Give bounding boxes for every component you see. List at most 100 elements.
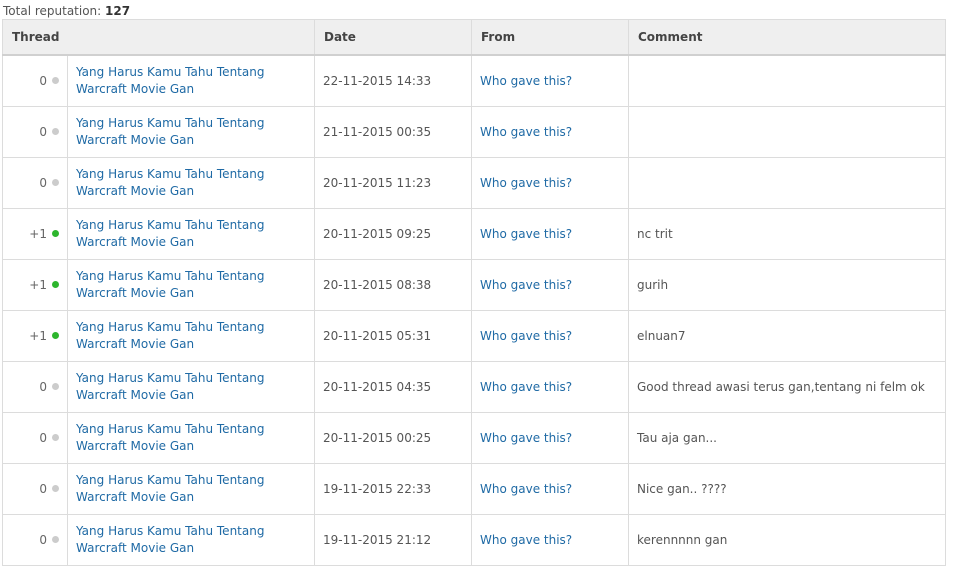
- thread-link[interactable]: Yang Harus Kamu Tahu Tentang Warcraft Mo…: [76, 116, 264, 147]
- table-row: 0 Yang Harus Kamu Tahu Tentang Warcraft M…: [2, 412, 946, 464]
- points-cell: 0: [2, 106, 68, 158]
- date-cell: 20-11-2015 04:35: [314, 361, 472, 413]
- who-gave-this-link[interactable]: Who gave this?: [480, 176, 572, 190]
- thread-cell: Yang Harus Kamu Tahu Tentang Warcraft Mo…: [67, 310, 315, 362]
- from-cell: Who gave this?: [471, 157, 629, 209]
- table-row: 0 Yang Harus Kamu Tahu Tentang Warcraft M…: [2, 106, 946, 158]
- who-gave-this-link[interactable]: Who gave this?: [480, 227, 572, 241]
- column-header-comment: Comment: [628, 19, 946, 56]
- column-header-date: Date: [314, 19, 472, 56]
- thread-link[interactable]: Yang Harus Kamu Tahu Tentang Warcraft Mo…: [76, 218, 264, 249]
- reputation-table: Thread Date From Comment 0 Yang Harus Kam…: [2, 19, 946, 566]
- thread-cell: Yang Harus Kamu Tahu Tentang Warcraft Mo…: [67, 208, 315, 260]
- status-dot-icon: [52, 77, 59, 84]
- comment-cell: kerennnnn gan: [628, 514, 946, 566]
- table-row: 0 Yang Harus Kamu Tahu Tentang Warcraft M…: [2, 463, 946, 515]
- table-row: +1 Yang Harus Kamu Tahu Tentang Warcraft …: [2, 310, 946, 362]
- thread-link[interactable]: Yang Harus Kamu Tahu Tentang Warcraft Mo…: [76, 167, 264, 198]
- date-cell: 19-11-2015 22:33: [314, 463, 472, 515]
- comment-cell: [628, 106, 946, 158]
- who-gave-this-link[interactable]: Who gave this?: [480, 482, 572, 496]
- from-cell: Who gave this?: [471, 361, 629, 413]
- comment-cell: Tau aja gan...: [628, 412, 946, 464]
- comment-cell: [628, 54, 946, 107]
- points-cell: 0: [2, 514, 68, 566]
- table-row: 0 Yang Harus Kamu Tahu Tentang Warcraft M…: [2, 54, 946, 107]
- thread-link[interactable]: Yang Harus Kamu Tahu Tentang Warcraft Mo…: [76, 422, 264, 453]
- who-gave-this-link[interactable]: Who gave this?: [480, 125, 572, 139]
- thread-cell: Yang Harus Kamu Tahu Tentang Warcraft Mo…: [67, 514, 315, 566]
- points-cell: +1: [2, 310, 68, 362]
- from-cell: Who gave this?: [471, 310, 629, 362]
- table-row: 0 Yang Harus Kamu Tahu Tentang Warcraft M…: [2, 361, 946, 413]
- date-cell: 20-11-2015 05:31: [314, 310, 472, 362]
- thread-cell: Yang Harus Kamu Tahu Tentang Warcraft Mo…: [67, 412, 315, 464]
- thread-cell: Yang Harus Kamu Tahu Tentang Warcraft Mo…: [67, 106, 315, 158]
- table-row: +1 Yang Harus Kamu Tahu Tentang Warcraft …: [2, 259, 946, 311]
- comment-cell: elnuan7: [628, 310, 946, 362]
- column-header-thread: Thread: [2, 19, 315, 56]
- thread-cell: Yang Harus Kamu Tahu Tentang Warcraft Mo…: [67, 361, 315, 413]
- from-cell: Who gave this?: [471, 106, 629, 158]
- thread-cell: Yang Harus Kamu Tahu Tentang Warcraft Mo…: [67, 463, 315, 515]
- thread-link[interactable]: Yang Harus Kamu Tahu Tentang Warcraft Mo…: [76, 473, 264, 504]
- date-cell: 20-11-2015 08:38: [314, 259, 472, 311]
- thread-cell: Yang Harus Kamu Tahu Tentang Warcraft Mo…: [67, 157, 315, 209]
- thread-cell: Yang Harus Kamu Tahu Tentang Warcraft Mo…: [67, 54, 315, 107]
- points-cell: +1: [2, 208, 68, 260]
- status-dot-icon: [52, 383, 59, 390]
- who-gave-this-link[interactable]: Who gave this?: [480, 74, 572, 88]
- thread-link[interactable]: Yang Harus Kamu Tahu Tentang Warcraft Mo…: [76, 371, 264, 402]
- points-value: 0: [39, 380, 47, 394]
- points-cell: +1: [2, 259, 68, 311]
- date-cell: 20-11-2015 00:25: [314, 412, 472, 464]
- status-dot-icon: [52, 128, 59, 135]
- who-gave-this-link[interactable]: Who gave this?: [480, 431, 572, 445]
- status-dot-icon: [52, 434, 59, 441]
- from-cell: Who gave this?: [471, 259, 629, 311]
- from-cell: Who gave this?: [471, 463, 629, 515]
- points-value: 0: [39, 482, 47, 496]
- table-row: 0 Yang Harus Kamu Tahu Tentang Warcraft M…: [2, 157, 946, 209]
- who-gave-this-link[interactable]: Who gave this?: [480, 329, 572, 343]
- who-gave-this-link[interactable]: Who gave this?: [480, 533, 572, 547]
- status-dot-icon: [52, 230, 59, 237]
- table-row: +1 Yang Harus Kamu Tahu Tentang Warcraft …: [2, 208, 946, 260]
- points-value: +1: [29, 278, 47, 292]
- status-dot-icon: [52, 332, 59, 339]
- date-cell: 20-11-2015 11:23: [314, 157, 472, 209]
- status-dot-icon: [52, 485, 59, 492]
- reputation-rows: 0 Yang Harus Kamu Tahu Tentang Warcraft M…: [2, 54, 946, 566]
- points-value: +1: [29, 227, 47, 241]
- points-cell: 0: [2, 361, 68, 413]
- total-reputation: Total reputation: 127: [3, 4, 130, 18]
- total-reputation-value: 127: [105, 4, 131, 18]
- table-row: 0 Yang Harus Kamu Tahu Tentang Warcraft M…: [2, 514, 946, 566]
- thread-link[interactable]: Yang Harus Kamu Tahu Tentang Warcraft Mo…: [76, 524, 264, 555]
- comment-cell: nc trit: [628, 208, 946, 260]
- who-gave-this-link[interactable]: Who gave this?: [480, 278, 572, 292]
- thread-link[interactable]: Yang Harus Kamu Tahu Tentang Warcraft Mo…: [76, 320, 264, 351]
- points-value: 0: [39, 176, 47, 190]
- from-cell: Who gave this?: [471, 412, 629, 464]
- date-cell: 21-11-2015 00:35: [314, 106, 472, 158]
- status-dot-icon: [52, 281, 59, 288]
- from-cell: Who gave this?: [471, 54, 629, 107]
- date-cell: 20-11-2015 09:25: [314, 208, 472, 260]
- comment-cell: [628, 157, 946, 209]
- points-value: 0: [39, 431, 47, 445]
- thread-link[interactable]: Yang Harus Kamu Tahu Tentang Warcraft Mo…: [76, 269, 264, 300]
- date-cell: 22-11-2015 14:33: [314, 54, 472, 107]
- points-cell: 0: [2, 412, 68, 464]
- comment-cell: gurih: [628, 259, 946, 311]
- points-value: 0: [39, 125, 47, 139]
- points-cell: 0: [2, 157, 68, 209]
- who-gave-this-link[interactable]: Who gave this?: [480, 380, 572, 394]
- column-header-from: From: [471, 19, 629, 56]
- points-cell: 0: [2, 463, 68, 515]
- comment-cell: Nice gan.. ????: [628, 463, 946, 515]
- status-dot-icon: [52, 536, 59, 543]
- points-cell: 0: [2, 54, 68, 107]
- comment-cell: Good thread awasi terus gan,tentang ni f…: [628, 361, 946, 413]
- thread-link[interactable]: Yang Harus Kamu Tahu Tentang Warcraft Mo…: [76, 65, 264, 96]
